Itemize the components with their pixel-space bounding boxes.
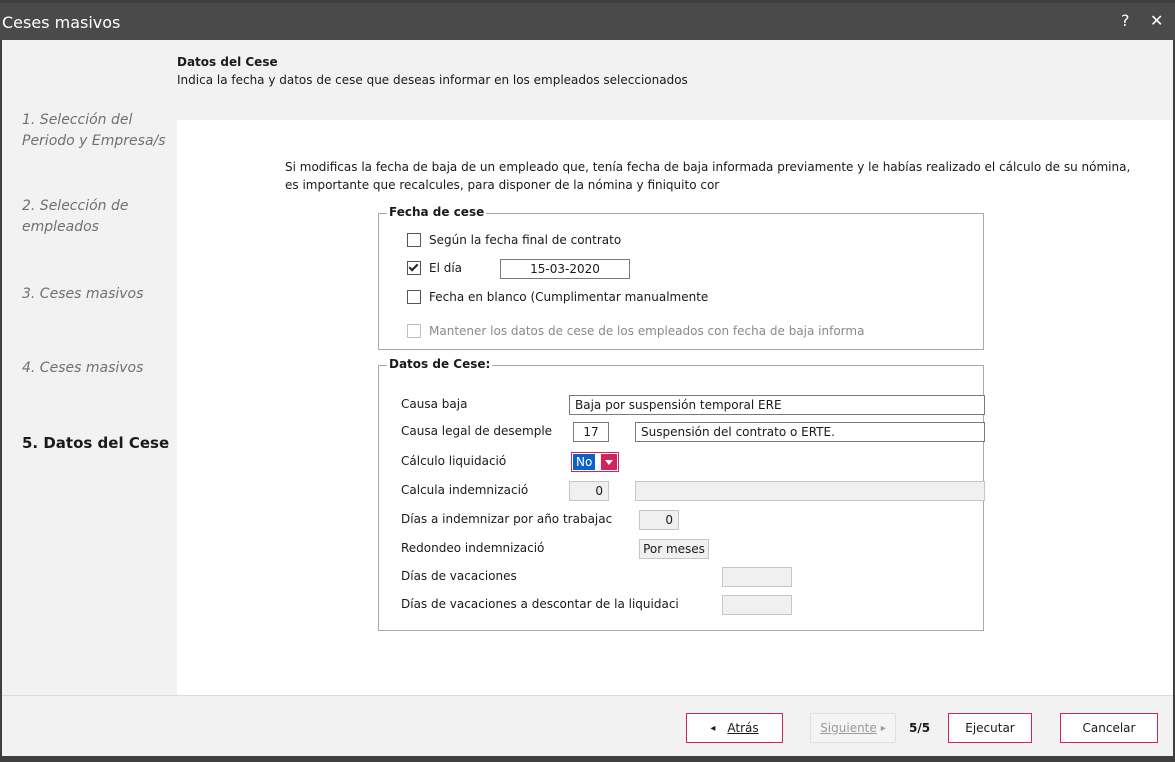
- wizard-footer: ◂ Atrás Siguiente ▸ 5/5 Ejecutar Cancela…: [2, 695, 1173, 756]
- step-5-current: 5. Datos del Cese: [22, 434, 170, 452]
- fecha-cese-group: Fecha de cese Según la fecha final de co…: [378, 205, 984, 350]
- calculo-liquidacion-value: No: [573, 454, 596, 470]
- cancel-button[interactable]: Cancelar: [1060, 713, 1158, 743]
- step-1: 1. Selección del Periodo y Empresa/s: [22, 112, 166, 149]
- vacaciones-field: [722, 567, 792, 587]
- causa-legal-label: Causa legal de desemple: [401, 424, 553, 438]
- vac-descontar-field: [722, 595, 792, 615]
- next-button-label: Siguiente: [820, 721, 877, 735]
- back-button[interactable]: ◂ Atrás: [686, 713, 783, 743]
- wizard-steps: 1. Selección del Periodo y Empresa/s 2. …: [2, 40, 176, 690]
- dialog-body: Datos del Cese Indica la fecha y datos d…: [2, 40, 1173, 756]
- vacaciones-label: Días de vacaciones: [401, 569, 517, 583]
- checkbox-el-dia[interactable]: [407, 261, 421, 275]
- help-button[interactable]: ?: [1121, 11, 1130, 30]
- opt-mantener-label: Mantener los datos de cese de los emplea…: [429, 324, 865, 338]
- step-2: 2. Selección de empleados: [22, 198, 129, 235]
- info-text: Si modificas la fecha de baja de un empl…: [285, 160, 1131, 192]
- calculo-liquidacion-select[interactable]: No: [571, 452, 620, 472]
- opt-blanco-label: Fecha en blanco (Cumplimentar manualment…: [429, 290, 709, 304]
- back-arrow-icon: ◂: [710, 722, 716, 734]
- checkmark-icon: [408, 261, 419, 272]
- causa-legal-code-field[interactable]: 17: [573, 422, 609, 442]
- close-button[interactable]: ✕: [1150, 11, 1163, 30]
- dias-anio-label: Días a indemnizar por año trabajac: [401, 512, 613, 526]
- redondeo-field: Por meses: [639, 539, 709, 559]
- opt-contrato-label: Según la fecha final de contrato: [429, 233, 622, 247]
- vac-descontar-label: Días de vacaciones a descontar de la liq…: [401, 597, 679, 611]
- datos-cese-group: Datos de Cese: Causa baja Baja por suspe…: [378, 357, 985, 631]
- execute-button[interactable]: Ejecutar: [948, 713, 1032, 743]
- opt-fecha-contrato[interactable]: Según la fecha final de contrato: [407, 233, 621, 247]
- checkbox-blanco[interactable]: [407, 290, 421, 304]
- next-arrow-icon: ▸: [880, 722, 886, 734]
- next-button: Siguiente ▸: [810, 713, 896, 743]
- page-title: Datos del Cese: [177, 55, 278, 69]
- indemnizacion-label: Calcula indemnizació: [401, 483, 529, 497]
- opt-mantener: Mantener los datos de cese de los emplea…: [407, 324, 864, 338]
- checkbox-contrato[interactable]: [407, 233, 421, 247]
- checkbox-mantener: [407, 324, 421, 338]
- datos-cese-legend: Datos de Cese:: [387, 357, 493, 371]
- opt-dia-label: El día: [429, 261, 463, 275]
- page-subtitle: Indica la fecha y datos de cese que dese…: [177, 73, 688, 87]
- opt-el-dia[interactable]: El día: [407, 261, 462, 275]
- causa-baja-label: Causa baja: [401, 397, 468, 411]
- dropdown-arrow-icon[interactable]: [601, 454, 618, 470]
- content-panel: Si modificas la fecha de baja de un empl…: [177, 120, 1173, 695]
- causa-legal-desc-field[interactable]: Suspensión del contrato o ERTE.: [635, 422, 985, 442]
- step-3: 3. Ceses masivos: [22, 286, 144, 302]
- title-bar: Ceses masivos ? ✕: [0, 3, 1175, 40]
- back-button-label: Atrás: [727, 721, 759, 735]
- date-field[interactable]: 15-03-2020: [500, 259, 630, 279]
- calculo-liquidacion-label: Cálculo liquidació: [401, 454, 507, 468]
- dialog-window: Ceses masivos ? ✕ Datos del Cese Indica …: [0, 0, 1175, 762]
- window-title: Ceses masivos: [2, 13, 121, 32]
- indemnizacion-field: 0: [569, 481, 609, 501]
- page-indicator: 5/5: [909, 721, 931, 735]
- opt-fecha-blanco[interactable]: Fecha en blanco (Cumplimentar manualment…: [407, 290, 708, 304]
- dias-anio-field: 0: [639, 510, 679, 530]
- step-4: 4. Ceses masivos: [22, 360, 144, 376]
- indemnizacion-desc-field: [635, 481, 985, 501]
- causa-baja-field[interactable]: Baja por suspensión temporal ERE: [569, 395, 985, 415]
- fecha-cese-legend: Fecha de cese: [387, 205, 487, 219]
- redondeo-label: Redondeo indemnizació: [401, 541, 545, 555]
